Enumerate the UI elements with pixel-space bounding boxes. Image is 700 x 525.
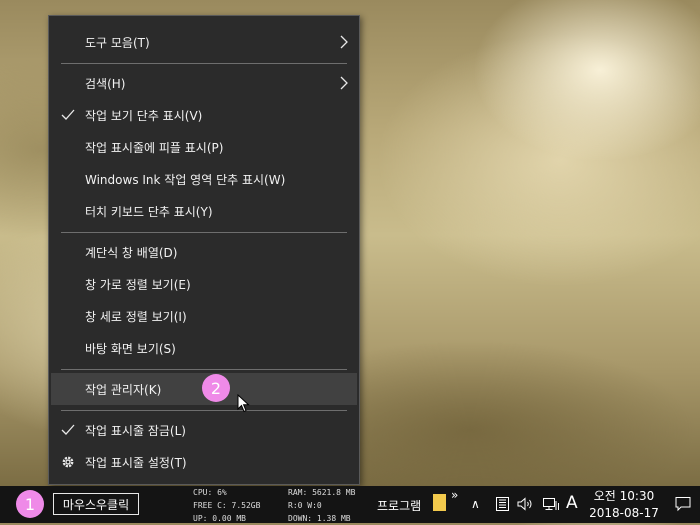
free-disk-readout: FREE C: 7.52GB <box>193 501 261 510</box>
right-click-toolbar-button[interactable]: 마우스우클릭 <box>53 493 139 515</box>
download-readout: DOWN: 1.38 MB <box>288 514 351 523</box>
menu-separator <box>61 63 347 64</box>
chevron-right-icon <box>340 76 348 90</box>
action-center-icon[interactable] <box>675 496 691 512</box>
menu-item-label: 터치 키보드 단추 표시(Y) <box>85 204 213 219</box>
menu-item-people[interactable]: 작업 표시줄에 피플 표시(P) <box>51 131 357 163</box>
menu-item-show-desktop[interactable]: 바탕 화면 보기(S) <box>51 332 357 364</box>
menu-item-task-view-button[interactable]: 작업 보기 단추 표시(V) <box>51 99 357 131</box>
menu-item-label: 창 가로 정렬 보기(E) <box>85 277 191 292</box>
menu-item-label: 작업 관리자(K) <box>85 382 162 397</box>
menu-item-search[interactable]: 검색(H) <box>51 67 357 99</box>
volume-icon[interactable] <box>517 497 535 511</box>
taskbar: 1 마우스우클릭 CPU: 6% FREE C: 7.52GB UP: 0.00… <box>0 486 700 523</box>
menu-item-side-by-side[interactable]: 창 세로 정렬 보기(I) <box>51 300 357 332</box>
menu-item-label: 작업 표시줄 잠금(L) <box>85 423 186 438</box>
menu-item-label: 작업 표시줄 설정(T) <box>85 455 187 470</box>
step-1-badge: 1 <box>16 490 44 518</box>
toolbar-overflow-icon[interactable]: » <box>451 488 458 502</box>
programs-toolbar-label[interactable]: 프로그램 <box>377 497 421 514</box>
touch-keyboard-icon[interactable] <box>496 497 509 511</box>
check-icon <box>61 424 75 435</box>
input-method-indicator[interactable]: A <box>566 493 578 513</box>
menu-item-touch-keyboard[interactable]: 터치 키보드 단추 표시(Y) <box>51 195 357 227</box>
menu-item-label: 작업 보기 단추 표시(V) <box>85 108 203 123</box>
chevron-right-icon <box>340 35 348 49</box>
network-icon[interactable] <box>542 497 560 511</box>
menu-item-label: Windows Ink 작업 영역 단추 표시(W) <box>85 172 286 187</box>
menu-item-label: 바탕 화면 보기(S) <box>85 341 176 356</box>
clock[interactable]: 오전 10:30 2018-08-17 <box>588 488 660 522</box>
upload-readout: UP: 0.00 MB <box>193 514 246 523</box>
menu-separator <box>61 232 347 233</box>
menu-item-taskbar-settings[interactable]: 작업 표시줄 설정(T) <box>51 446 357 478</box>
menu-item-label: 작업 표시줄에 피플 표시(P) <box>85 140 224 155</box>
menu-item-toolbars[interactable]: 도구 모음(T) <box>51 26 357 58</box>
menu-item-cascade[interactable]: 계단식 창 배열(D) <box>51 236 357 268</box>
gear-icon <box>62 456 74 468</box>
folder-icon[interactable] <box>433 494 446 511</box>
menu-separator <box>61 369 347 370</box>
menu-separator <box>61 410 347 411</box>
menu-item-stacked[interactable]: 창 가로 정렬 보기(E) <box>51 268 357 300</box>
cpu-readout: CPU: 6% <box>193 488 227 497</box>
check-icon <box>61 109 75 120</box>
menu-item-label: 창 세로 정렬 보기(I) <box>85 309 187 324</box>
show-hidden-icons-chevron[interactable]: ∧ <box>471 497 480 511</box>
ram-readout: RAM: 5621.8 MB <box>288 488 356 497</box>
clock-time: 오전 10:30 <box>593 489 655 503</box>
taskbar-context-menu: 도구 모음(T) 검색(H) 작업 보기 단추 표시(V) 작업 표시줄에 피플… <box>48 15 360 485</box>
step-2-badge: 2 <box>202 374 230 402</box>
menu-item-label: 도구 모음(T) <box>85 35 150 50</box>
mouse-cursor-icon <box>237 394 250 413</box>
menu-item-lock-taskbar[interactable]: 작업 표시줄 잠금(L) <box>51 414 357 446</box>
menu-item-label: 검색(H) <box>85 76 126 91</box>
clock-date: 2018-08-17 <box>589 506 659 520</box>
disk-rw-readout: R:0 W:0 <box>288 501 322 510</box>
menu-item-windows-ink[interactable]: Windows Ink 작업 영역 단추 표시(W) <box>51 163 357 195</box>
menu-item-label: 계단식 창 배열(D) <box>85 245 178 260</box>
